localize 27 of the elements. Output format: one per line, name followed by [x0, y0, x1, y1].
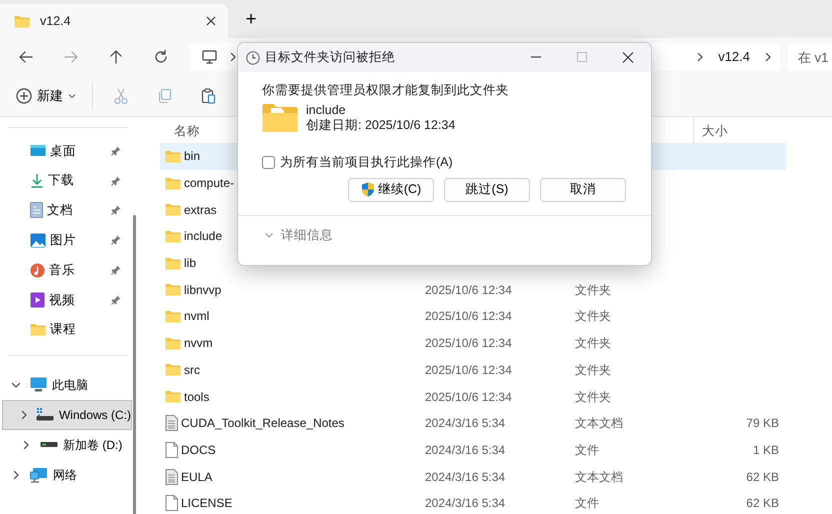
tab-title: v12.4 — [40, 12, 72, 30]
type-cell-text: 文本文档 — [575, 415, 624, 432]
type-cell-text: 文件 — [575, 442, 600, 459]
date-cell-text: 2024/3/16 5:34 — [425, 415, 506, 432]
size-cell-text: 62 KB — [745, 495, 780, 512]
date-cell-text: 2025/10/6 12:34 — [425, 308, 513, 326]
type-cell-text: 文本文档 — [575, 468, 624, 486]
dialog-message: 你需要提供管理员权限才能复制到此文件夹 — [262, 82, 510, 99]
type-cell-text: 文件夹 — [575, 335, 612, 352]
item-detail: 创建日期: 2025/10/6 12:34 — [306, 118, 456, 133]
date-cell-text: 2025/10/6 12:34 — [425, 362, 513, 379]
size-cell-text: 1 KB — [752, 442, 780, 459]
type-cell-text: 文件夹 — [575, 308, 612, 326]
type-cell-text: 文件 — [575, 495, 600, 512]
size-cell-text: 62 KB — [745, 468, 780, 486]
date-cell-text: 2024/3/16 5:34 — [425, 442, 506, 459]
date-cell-text: 2025/10/6 12:34 — [425, 388, 513, 406]
date-cell-text: 2024/3/16 5:34 — [425, 495, 506, 512]
dialog-title: 目标文件夹访问被拒绝 — [265, 49, 396, 66]
type-cell-text: 文件夹 — [575, 388, 612, 406]
size-cell-text: 79 KB — [745, 415, 780, 432]
type-cell-text: 文件夹 — [575, 282, 612, 299]
date-cell-text: 2025/10/6 12:34 — [425, 282, 513, 299]
date-cell-text: 2025/10/6 12:34 — [425, 335, 513, 352]
type-cell-text: 文件夹 — [575, 362, 612, 379]
item-name: include — [306, 102, 347, 118]
date-cell-text: 2024/3/16 5:34 — [425, 468, 506, 486]
